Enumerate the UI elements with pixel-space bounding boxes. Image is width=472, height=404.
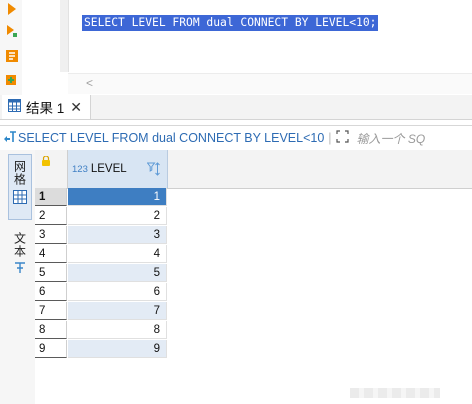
level-cell[interactable]: 1 [68, 188, 167, 206]
play-script-icon[interactable] [6, 25, 18, 37]
row-number[interactable]: 6 [35, 283, 67, 301]
editor-horizontal-scrollbar[interactable]: < [68, 73, 472, 94]
column-header-level[interactable]: 123 LEVEL [68, 150, 168, 188]
sql-editor[interactable]: SELECT LEVEL FROM dual CONNECT BY LEVEL<… [0, 0, 472, 95]
filter-query-icon[interactable] [4, 130, 16, 146]
level-cell[interactable]: 5 [68, 264, 167, 282]
result-grid: 123 LEVEL 112233445566778899 [35, 150, 472, 404]
grid-view-button[interactable]: 网格 [8, 154, 32, 220]
level-cell[interactable]: 8 [68, 321, 167, 339]
row-number[interactable]: 4 [35, 245, 67, 263]
level-cell[interactable]: 7 [68, 302, 167, 320]
filter-input[interactable]: 输入一个 SQ [357, 130, 426, 147]
level-cell[interactable]: 9 [68, 340, 167, 358]
level-cell[interactable]: 6 [68, 283, 167, 301]
table-row[interactable]: 22 [35, 207, 472, 226]
level-cell[interactable]: 2 [68, 207, 167, 225]
level-cell[interactable]: 4 [68, 245, 167, 263]
expand-icon[interactable] [335, 130, 349, 146]
table-row[interactable]: 11 [35, 188, 472, 207]
grid-icon [13, 190, 27, 209]
row-number[interactable]: 2 [35, 207, 67, 225]
tab-result-1[interactable]: 结果 1 ✕ [2, 95, 91, 119]
table-row[interactable]: 99 [35, 340, 472, 359]
close-icon[interactable]: ✕ [70, 99, 82, 116]
tab-label: 结果 1 [26, 101, 65, 116]
grid-icon [8, 99, 21, 115]
row-number[interactable]: 1 [35, 188, 67, 206]
load-icon[interactable] [6, 74, 18, 86]
grid-rows: 112233445566778899 [35, 188, 472, 359]
numeric-type-icon: 123 [72, 163, 88, 175]
corner-cell[interactable] [35, 150, 68, 188]
row-number[interactable]: 5 [35, 264, 67, 282]
grid-header: 123 LEVEL [35, 150, 472, 189]
grid-view-label: 网格 [12, 160, 27, 186]
filter-query-text[interactable]: SELECT LEVEL FROM dual CONNECT BY LEVEL<… [18, 131, 324, 145]
blurred-watermark [350, 388, 440, 398]
table-row[interactable]: 55 [35, 264, 472, 283]
filter-bar: SELECT LEVEL FROM dual CONNECT BY LEVEL<… [0, 125, 472, 151]
table-row[interactable]: 66 [35, 283, 472, 302]
column-header-label: LEVEL [90, 163, 127, 175]
play-icon[interactable] [6, 3, 18, 15]
sql-query-text[interactable]: SELECT LEVEL FROM dual CONNECT BY LEVEL<… [82, 15, 379, 31]
row-number[interactable]: 9 [35, 340, 67, 358]
level-cell[interactable]: 3 [68, 226, 167, 244]
text-view-label: 文本 [12, 232, 27, 258]
dbeaver-window: SELECT LEVEL FROM dual CONNECT BY LEVEL<… [0, 0, 472, 404]
table-row[interactable]: 33 [35, 226, 472, 245]
results-tab-strip: 结果 1 ✕ [0, 95, 472, 120]
row-number[interactable]: 8 [35, 321, 67, 339]
table-row[interactable]: 77 [35, 302, 472, 321]
view-mode-panel: 网格 文本 [0, 150, 36, 404]
table-row[interactable]: 88 [35, 321, 472, 340]
filter-separator: | [328, 131, 332, 145]
explain-plan-icon[interactable] [6, 50, 18, 62]
lock-icon [42, 153, 50, 171]
row-number[interactable]: 7 [35, 302, 67, 320]
scroll-left-arrow-icon[interactable]: < [86, 76, 93, 90]
editor-toolbar [0, 0, 22, 95]
sort-filter-icon[interactable] [146, 162, 161, 179]
table-row[interactable]: 44 [35, 245, 472, 264]
row-number[interactable]: 3 [35, 226, 67, 244]
line-number-gutter [60, 0, 69, 72]
text-view-icon [14, 262, 26, 277]
text-view-button[interactable]: 文本 [10, 232, 30, 292]
